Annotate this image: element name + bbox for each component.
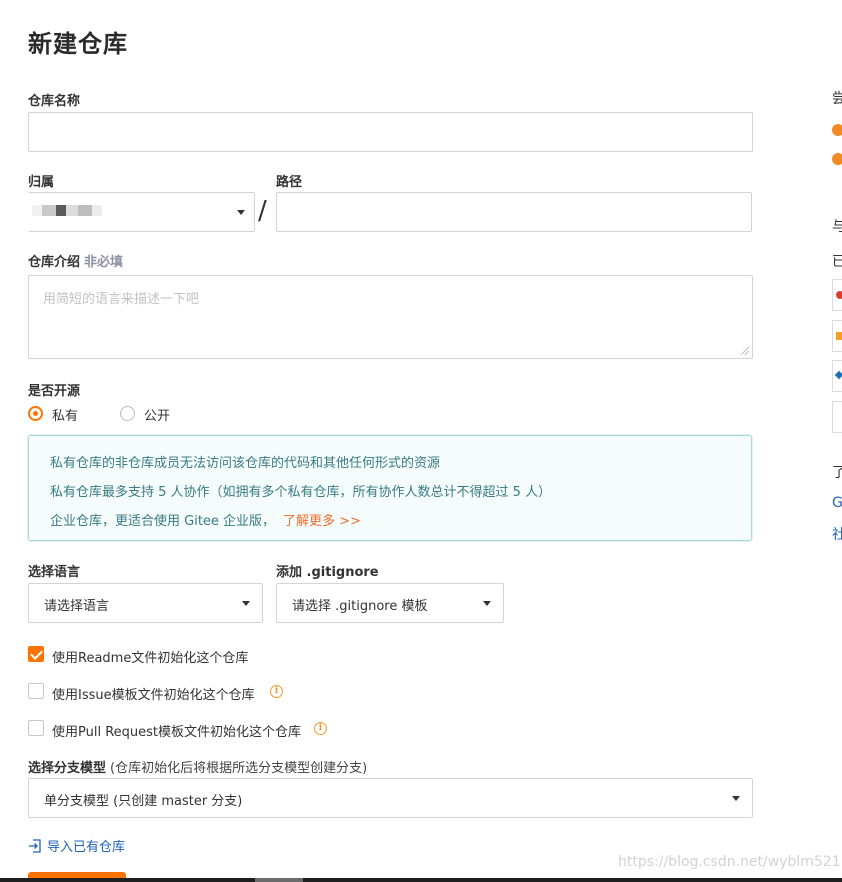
owner-label: 归属: [28, 175, 55, 190]
sidebar-card[interactable]: [832, 279, 842, 311]
caret-down-icon: [483, 601, 491, 606]
caret-down-icon: [732, 796, 740, 801]
sidebar-heading-2: 与: [832, 219, 842, 235]
branch-model-select[interactable]: 单分支模型 (只创建 master 分支): [28, 778, 753, 818]
repo-name-label: 仓库名称: [28, 94, 81, 109]
language-select-value: 请选择语言: [44, 599, 110, 614]
sidebar-card[interactable]: [832, 360, 842, 392]
gitignore-select[interactable]: 请选择 .gitignore 模板: [276, 583, 504, 623]
watermark: https://blog.csdn.net/wyblm521: [618, 854, 841, 870]
visibility-label: 是否开源: [28, 384, 81, 399]
radio-public[interactable]: [120, 406, 135, 421]
notice-line-3: 企业仓库，更适合使用 Gitee 企业版， 了解更多 >>: [50, 510, 361, 529]
sidebar-text: 已: [832, 254, 842, 270]
check-circle-icon: [832, 124, 842, 136]
branch-model-label-text: 选择分支模型: [28, 761, 107, 776]
private-notice: 私有仓库的非仓库成员无法访问该仓库的代码和其他任何形式的资源 私有仓库最多支持 …: [28, 435, 752, 541]
import-repo-link[interactable]: 导入已有仓库: [28, 836, 125, 855]
sidebar-card[interactable]: [832, 401, 842, 433]
import-icon: [29, 838, 41, 853]
language-label: 选择语言: [28, 565, 81, 580]
page-title: 新建仓库: [28, 30, 128, 58]
repo-name-input[interactable]: [28, 112, 753, 152]
gitignore-select-value: 请选择 .gitignore 模板: [292, 599, 428, 614]
radio-private[interactable]: [28, 406, 43, 421]
readme-checkbox[interactable]: [28, 646, 44, 662]
branch-model-select-value: 单分支模型 (只创建 master 分支): [44, 794, 243, 809]
description-placeholder: 用简短的语言来描述一下吧: [43, 292, 200, 307]
notice-line-1: 私有仓库的非仓库成员无法访问该仓库的代码和其他任何形式的资源: [50, 456, 441, 471]
import-repo-label[interactable]: 导入已有仓库: [47, 836, 125, 855]
scrollbar-thumb[interactable]: [255, 878, 303, 882]
description-label: 仓库介绍 非必填: [28, 251, 123, 270]
readme-checkbox-label[interactable]: 使用Readme文件初始化这个仓库: [52, 647, 248, 666]
description-label-text: 仓库介绍: [28, 255, 81, 270]
radio-private-label[interactable]: 私有: [52, 405, 78, 424]
caret-down-icon: [242, 601, 250, 606]
path-input[interactable]: [276, 192, 752, 232]
sidebar-text: 了: [832, 465, 842, 481]
path-label: 路径: [276, 175, 303, 190]
pr-template-checkbox-label[interactable]: 使用Pull Request模板文件初始化这个仓库: [52, 721, 301, 740]
description-textarea[interactable]: 用简短的语言来描述一下吧: [28, 275, 753, 359]
radio-public-label[interactable]: 公开: [144, 405, 170, 424]
notice-line-3-text: 企业仓库，更适合使用 Gitee 企业版，: [50, 514, 276, 529]
info-circle-icon[interactable]: i: [270, 685, 283, 698]
owner-masked-value: [32, 201, 132, 223]
sidebar-card[interactable]: [832, 320, 842, 352]
learn-more-link[interactable]: 了解更多 >>: [283, 514, 361, 529]
branch-model-hint: (仓库初始化后将根据所选分支模型创建分支): [110, 761, 368, 776]
sidebar-link[interactable]: 社: [832, 524, 842, 544]
resize-handle-icon[interactable]: [741, 347, 749, 355]
language-select[interactable]: 请选择语言: [28, 583, 263, 623]
sidebar-link[interactable]: G: [832, 495, 842, 511]
issue-template-checkbox-label[interactable]: 使用Issue模板文件初始化这个仓库: [52, 684, 255, 703]
caret-down-icon: [237, 210, 245, 215]
optional-tag: 非必填: [84, 255, 124, 270]
check-circle-icon: [832, 153, 842, 165]
info-circle-icon[interactable]: i: [314, 722, 327, 735]
sidebar-heading: 尝: [832, 91, 842, 107]
issue-template-checkbox[interactable]: [28, 683, 44, 699]
notice-line-2: 私有仓库最多支持 5 人协作（如拥有多个私有仓库，所有协作人数总计不得超过 5 …: [50, 485, 552, 500]
horizontal-scrollbar[interactable]: [0, 878, 842, 882]
branch-model-label: 选择分支模型 (仓库初始化后将根据所选分支模型创建分支): [28, 757, 367, 776]
owner-select[interactable]: [28, 192, 255, 232]
path-separator: /: [258, 196, 267, 226]
pr-template-checkbox[interactable]: [28, 720, 44, 736]
gitignore-label: 添加 .gitignore: [276, 565, 379, 580]
